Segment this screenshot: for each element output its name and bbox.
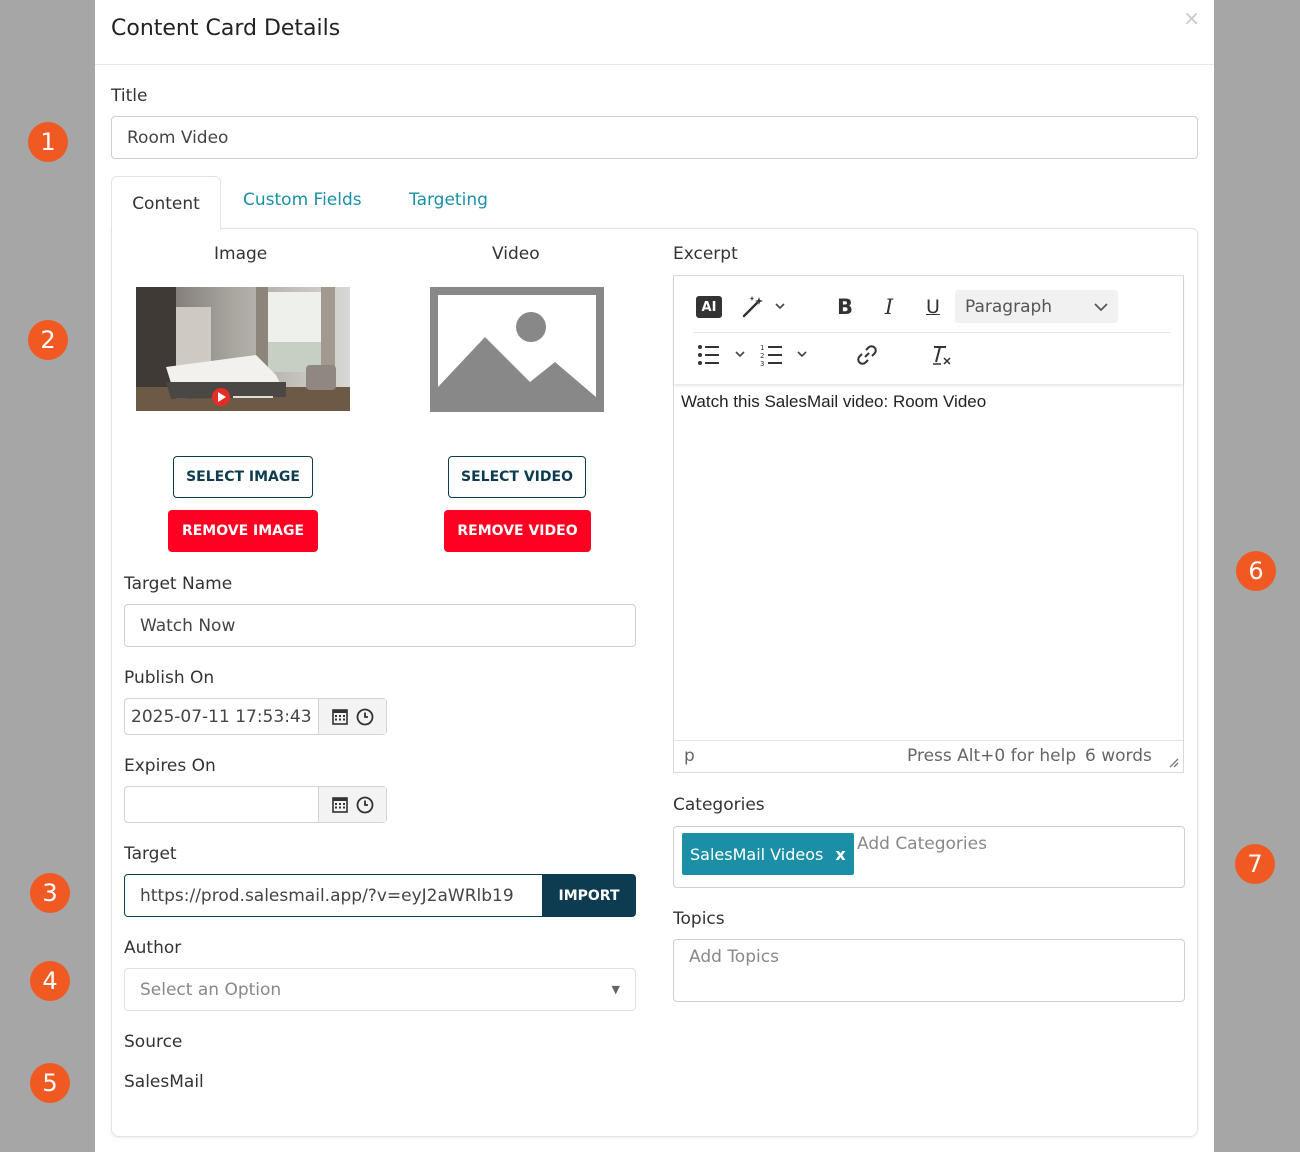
video-placeholder-icon bbox=[430, 287, 604, 412]
video-label: Video bbox=[492, 244, 540, 264]
modal-header: Content Card Details × bbox=[95, 0, 1214, 65]
modal-title: Content Card Details bbox=[111, 16, 341, 41]
categories-input[interactable]: SalesMail Videos x Add Categories bbox=[673, 826, 1185, 888]
title-label: Title bbox=[111, 86, 148, 106]
tab-content-label: Content bbox=[132, 193, 200, 214]
numbered-list-icon[interactable]: 123 bbox=[760, 342, 816, 368]
callout-badge-1: 1 bbox=[28, 122, 68, 162]
toolbar-divider bbox=[694, 332, 1170, 333]
callout-badge-6: 6 bbox=[1236, 551, 1276, 591]
publish-on-datetime: 2025-07-11 17:53:43 bbox=[124, 698, 387, 735]
image-label: Image bbox=[214, 244, 268, 264]
target-url-input[interactable]: https://prod.salesmail.app/?v=eyJ2aWRlb1… bbox=[124, 874, 543, 917]
ai-assistant-icon[interactable]: AI bbox=[696, 296, 722, 318]
expires-on-input[interactable] bbox=[125, 787, 319, 822]
topics-placeholder: Add Topics bbox=[689, 947, 779, 967]
ai-icon-label: AI bbox=[701, 299, 717, 315]
resize-handle-icon[interactable] bbox=[1167, 756, 1179, 768]
categories-placeholder: Add Categories bbox=[857, 834, 987, 854]
title-input[interactable]: Room Video bbox=[111, 116, 1198, 159]
select-video-button[interactable]: SELECT VIDEO bbox=[448, 456, 586, 498]
expires-on-pickers bbox=[319, 787, 386, 822]
author-placeholder: Select an Option bbox=[140, 979, 282, 1000]
clear-formatting-icon[interactable] bbox=[928, 342, 954, 368]
topics-input[interactable]: Add Topics bbox=[673, 939, 1185, 1002]
target-url-value: https://prod.salesmail.app/?v=eyJ2aWRlb1… bbox=[140, 885, 514, 906]
editor-content[interactable]: Watch this SalesMail video: Room Video bbox=[681, 392, 986, 412]
bullet-list-icon[interactable] bbox=[696, 342, 752, 368]
editor-statusbar: p Press Alt+0 for help 6 words bbox=[674, 740, 1183, 772]
expires-on-label: Expires On bbox=[124, 756, 216, 776]
svg-text:2: 2 bbox=[760, 352, 764, 360]
target-name-value: Watch Now bbox=[140, 615, 236, 636]
calendar-icon[interactable] bbox=[331, 796, 348, 813]
categories-label: Categories bbox=[673, 795, 765, 815]
callout-badge-7: 7 bbox=[1235, 844, 1275, 884]
svg-text:1: 1 bbox=[760, 344, 764, 352]
callout-badge-2: 2 bbox=[28, 320, 68, 360]
editor-help-hint: Press Alt+0 for help bbox=[907, 746, 1077, 766]
source-value: SalesMail bbox=[124, 1072, 204, 1092]
author-select[interactable]: Select an Option ▼ bbox=[124, 968, 636, 1011]
select-image-button[interactable]: SELECT IMAGE bbox=[173, 456, 313, 498]
italic-icon[interactable]: I bbox=[876, 294, 902, 320]
remove-tag-icon[interactable]: x bbox=[835, 845, 845, 864]
callout-badge-5: 5 bbox=[30, 1063, 70, 1103]
editor-content-text: Watch this SalesMail video: Room Video bbox=[681, 392, 987, 411]
tab-custom-fields[interactable]: Custom Fields bbox=[243, 190, 362, 210]
clock-icon[interactable] bbox=[356, 708, 374, 726]
category-tag: SalesMail Videos x bbox=[682, 833, 854, 875]
remove-image-button[interactable]: REMOVE IMAGE bbox=[168, 510, 318, 552]
excerpt-label: Excerpt bbox=[673, 244, 738, 264]
chevron-down-icon bbox=[1094, 302, 1108, 311]
content-card-modal: Content Card Details × Title Room Video … bbox=[95, 0, 1214, 1152]
bold-icon[interactable]: B bbox=[832, 294, 858, 320]
category-tag-label: SalesMail Videos bbox=[690, 844, 824, 864]
expires-on-datetime bbox=[124, 786, 387, 823]
caret-down-icon: ▼ bbox=[611, 983, 620, 996]
calendar-icon[interactable] bbox=[331, 708, 348, 725]
publish-on-pickers bbox=[319, 699, 386, 734]
svg-text:3: 3 bbox=[760, 360, 764, 368]
title-input-value: Room Video bbox=[127, 127, 229, 148]
target-name-label: Target Name bbox=[124, 574, 233, 594]
underline-icon[interactable]: U bbox=[920, 294, 946, 320]
element-path: p bbox=[684, 746, 695, 766]
excerpt-editor: AI B I U Paragraph 123 Watch this SalesM… bbox=[673, 275, 1184, 773]
publish-on-value: 2025-07-11 17:53:43 bbox=[131, 706, 312, 727]
topics-label: Topics bbox=[673, 909, 725, 929]
link-icon[interactable] bbox=[854, 342, 880, 368]
clock-icon[interactable] bbox=[356, 796, 374, 814]
import-button[interactable]: IMPORT bbox=[542, 874, 636, 917]
callout-badge-4: 4 bbox=[30, 961, 70, 1001]
publish-on-input[interactable]: 2025-07-11 17:53:43 bbox=[125, 699, 319, 734]
tab-content[interactable]: Content bbox=[111, 176, 221, 230]
block-format-dropdown[interactable]: Paragraph bbox=[955, 290, 1118, 323]
image-thumbnail bbox=[136, 287, 350, 411]
publish-on-label: Publish On bbox=[124, 668, 215, 688]
close-icon[interactable]: × bbox=[1183, 6, 1200, 30]
target-name-input[interactable]: Watch Now bbox=[124, 604, 636, 647]
callout-badge-3: 3 bbox=[30, 873, 70, 913]
editor-toolbar: AI B I U Paragraph 123 bbox=[674, 276, 1183, 384]
target-label: Target bbox=[124, 844, 177, 864]
block-format-value: Paragraph bbox=[965, 296, 1053, 317]
remove-video-button[interactable]: REMOVE VIDEO bbox=[444, 510, 591, 552]
word-count: 6 words bbox=[1085, 746, 1152, 766]
source-label: Source bbox=[124, 1032, 183, 1052]
tab-targeting[interactable]: Targeting bbox=[409, 190, 488, 210]
author-label: Author bbox=[124, 938, 182, 958]
magic-wand-icon[interactable] bbox=[740, 294, 788, 320]
